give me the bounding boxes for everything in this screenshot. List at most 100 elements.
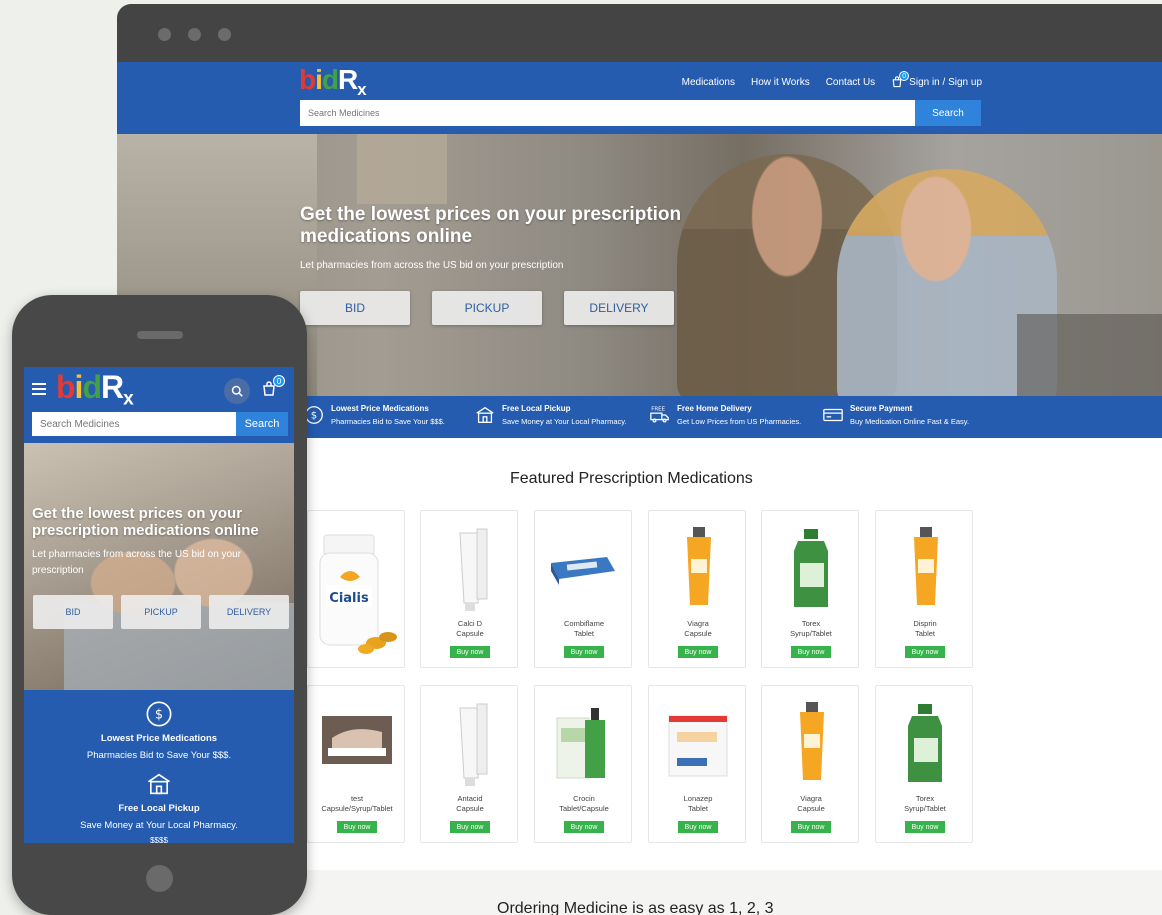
feature-title: Free Local Pickup <box>118 803 200 814</box>
buy-now-button[interactable]: Buy now <box>450 821 490 833</box>
phone-screen: bidRx 0 Search Get the lowest prices on … <box>24 367 294 843</box>
product-card[interactable]: Disprin Tablet Buy now <box>875 510 973 668</box>
product-type-line: Capsule <box>456 804 484 813</box>
hero-text: Get the lowest prices on your prescripti… <box>300 204 720 271</box>
store-icon <box>476 406 494 423</box>
cart-icon[interactable]: 0 <box>261 375 285 397</box>
desktop-search-bar: Search <box>300 100 981 126</box>
search-button[interactable]: Search <box>915 100 981 126</box>
mobile-search-bar: Search <box>32 412 288 436</box>
bid-button[interactable]: BID <box>300 291 410 325</box>
credit-card-icon <box>823 408 843 422</box>
cialis-brand-label: Cialis <box>329 591 369 606</box>
product-type-line: Tablet <box>914 629 935 638</box>
product-name: Viagra Capsule <box>649 619 747 639</box>
product-card[interactable]: Torex Syrup/Tablet Buy now <box>761 510 859 668</box>
product-card-cialis[interactable]: Cialis <box>307 510 405 668</box>
phone-home-button[interactable] <box>146 865 173 892</box>
product-name: Calci D Capsule <box>421 619 519 639</box>
product-name: Antacid Capsule <box>421 794 519 814</box>
product-name-line: Crocin <box>573 794 595 803</box>
product-card[interactable]: test Capsule/Syrup/Tablet Buy now <box>307 685 405 843</box>
search-icon[interactable] <box>224 378 250 404</box>
product-type-line: Syrup/Tablet <box>790 629 832 638</box>
buy-now-button[interactable]: Buy now <box>905 646 945 658</box>
product-name: Lonazep Tablet <box>649 794 747 814</box>
window-minimize-dot[interactable] <box>188 28 201 41</box>
product-card[interactable]: Crocin Tablet/Capsule Buy now <box>534 685 632 843</box>
cialis-bottle-image: Cialis <box>319 534 397 654</box>
orange-tube-image <box>687 527 711 605</box>
search-input[interactable] <box>300 100 915 126</box>
product-card[interactable]: Antacid Capsule Buy now <box>420 685 518 843</box>
feature-local-pickup: Free Local Pickup Save Money at Your Loc… <box>24 770 294 831</box>
phone-mockup: bidRx 0 Search Get the lowest prices on … <box>12 295 307 915</box>
sign-in-label: Sign in / Sign up <box>909 76 982 88</box>
buy-now-button[interactable]: Buy now <box>791 821 831 833</box>
logo-letter: i <box>315 64 323 95</box>
buy-now-button[interactable]: Buy now <box>791 646 831 658</box>
delivery-button[interactable]: DELIVERY <box>209 595 289 629</box>
pickup-button[interactable]: PICKUP <box>121 595 201 629</box>
svg-text:$: $ <box>311 411 317 422</box>
logo-letter: x <box>123 388 134 410</box>
feature-title: Free Local Pickup <box>502 404 571 413</box>
tablet-box-image <box>668 715 728 777</box>
buy-now-button[interactable]: Buy now <box>337 821 377 833</box>
feature-desc: Pharmacies Bid to Save Your $$$. <box>331 417 445 426</box>
product-card[interactable]: Viagra Capsule Buy now <box>761 685 859 843</box>
mobile-header: bidRx 0 Search <box>24 367 294 443</box>
orange-tube-image <box>800 702 824 780</box>
delivery-button[interactable]: DELIVERY <box>564 291 674 325</box>
nav-how-it-works[interactable]: How it Works <box>751 77 810 88</box>
dollar-circle-icon: $ <box>146 701 172 727</box>
product-card[interactable]: Lonazep Tablet Buy now <box>648 685 746 843</box>
feature-desc: Buy Medication Online Fast & Easy. <box>850 417 970 426</box>
buy-now-button[interactable]: Buy now <box>678 646 718 658</box>
hero-background <box>1017 314 1162 396</box>
product-type-line: Capsule <box>684 629 712 638</box>
feature-title: Lowest Price Medications <box>100 733 218 744</box>
buy-now-button[interactable]: Buy now <box>678 821 718 833</box>
product-card[interactable]: Viagra Capsule Buy now <box>648 510 746 668</box>
product-type-line: Capsule <box>456 629 484 638</box>
svg-text:$: $ <box>155 708 163 723</box>
product-card[interactable]: Calci D Capsule Buy now <box>420 510 518 668</box>
product-name-line: Antacid <box>457 794 483 803</box>
cart-count-badge: 0 <box>273 375 285 387</box>
product-name-line: test <box>350 794 364 803</box>
search-button[interactable]: Search <box>236 412 288 436</box>
product-type-line: Capsule <box>797 804 825 813</box>
hamburger-menu-icon[interactable] <box>32 383 46 398</box>
product-name-line: Disprin <box>913 619 937 628</box>
product-card[interactable]: Torex Syrup/Tablet Buy now <box>875 685 973 843</box>
window-maximize-dot[interactable] <box>218 28 231 41</box>
search-input[interactable] <box>32 412 236 436</box>
logo-letter: d <box>82 369 102 405</box>
hero-background <box>357 134 447 204</box>
buy-now-button[interactable]: Buy now <box>450 646 490 658</box>
bidrx-logo[interactable]: bidRx <box>299 64 367 99</box>
window-close-dot[interactable] <box>158 28 171 41</box>
feature-desc: Save Money at Your Local Pharmacy. <box>80 820 238 831</box>
sign-in-link[interactable]: 0 Sign in / Sign up <box>891 71 982 88</box>
pickup-button[interactable]: PICKUP <box>432 291 542 325</box>
white-tube-image <box>459 528 488 611</box>
product-name-line: Viagra <box>687 619 709 628</box>
product-name-line: Torex <box>801 619 821 628</box>
buy-now-button[interactable]: Buy now <box>564 821 604 833</box>
nav-medications[interactable]: Medications <box>682 77 735 88</box>
nav-contact-us[interactable]: Contact Us <box>826 77 875 88</box>
cart-icon[interactable]: 0 <box>891 71 910 88</box>
buy-now-button[interactable]: Buy now <box>905 821 945 833</box>
bid-button[interactable]: BID <box>33 595 113 629</box>
feature-lowest-price: $ Lowest Price Medications Pharmacies Bid… <box>303 404 445 426</box>
buy-now-button[interactable]: Buy now <box>564 646 604 658</box>
product-card[interactable]: Combiflame Tablet Buy now <box>534 510 632 668</box>
mobile-hero-banner: Get the lowest prices on your prescripti… <box>24 443 294 690</box>
bidrx-logo[interactable]: bidRx <box>56 369 134 410</box>
hero-subtitle: Let pharmacies from across the US bid on… <box>300 260 564 271</box>
feature-home-delivery: FREE Free Home Delivery Get Low Prices fr… <box>649 404 801 426</box>
dropper-box-image <box>556 708 605 779</box>
product-type-line: Tablet <box>573 629 594 638</box>
